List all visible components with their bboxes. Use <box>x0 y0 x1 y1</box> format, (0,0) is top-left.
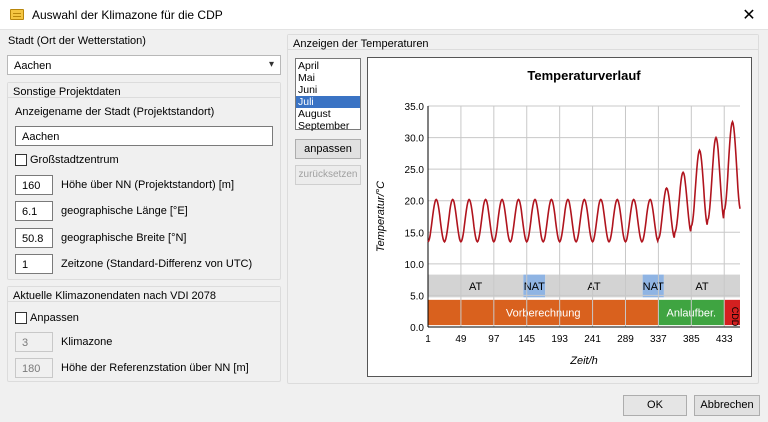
chart-svg: TemperaturverlaufAT NAT AT NAT ATVorberechnu… <box>375 68 741 367</box>
display-name-label: Anzeigename der Stadt (Projektstandort) <box>15 106 215 118</box>
adjust-button[interactable]: anpassen <box>295 139 361 159</box>
temperature-group-title: Anzeigen der Temperaturen <box>288 35 758 50</box>
month-item-selected[interactable]: Juli <box>296 96 360 108</box>
band-label: AT <box>695 281 709 293</box>
band-label: NAT <box>643 281 664 293</box>
metro-checkbox[interactable] <box>15 154 27 166</box>
x-tick-label: 145 <box>518 334 535 345</box>
month-item[interactable]: September <box>296 120 360 132</box>
temperature-series-line <box>427 119 741 244</box>
cancel-button[interactable]: Abbrechen <box>694 395 760 416</box>
phase-label: CDD <box>730 307 740 327</box>
y-tick-label: 25.0 <box>405 165 425 176</box>
x-tick-label: 289 <box>617 334 634 345</box>
climate-group-title: Aktuelle Klimazonendaten nach VDI 2078 <box>8 287 280 302</box>
ref-altitude-label: Höhe der Referenzstation über NN [m] <box>61 362 249 374</box>
y-tick-label: 5.0 <box>410 291 424 302</box>
month-list[interactable]: April Mai Juni Juli August September <box>295 58 361 132</box>
x-axis-label: Zeit/h <box>569 355 598 367</box>
city-select-value: Aachen <box>14 60 52 72</box>
x-tick-label: 49 <box>455 334 467 345</box>
x-tick-label: 1 <box>425 334 431 345</box>
app-icon <box>10 9 24 20</box>
reset-button[interactable]: zurücksetzen <box>295 165 361 185</box>
month-item[interactable]: Juni <box>296 84 360 96</box>
title-bar: Auswahl der Klimazone für die CDP ✕ <box>0 0 768 30</box>
adjust-label: Anpassen <box>30 312 79 324</box>
climate-zone-label: Klimazone <box>61 336 113 348</box>
chevron-down-icon: ▾ <box>268 59 274 70</box>
chart-title: Temperaturverlauf <box>527 68 641 83</box>
month-item[interactable]: Mai <box>296 72 360 84</box>
longitude-label: geographische Länge [°E] <box>61 205 188 217</box>
display-name-field[interactable]: Aachen <box>15 126 273 146</box>
ref-altitude-field[interactable]: 180 <box>15 358 53 378</box>
x-tick-label: 241 <box>584 334 601 345</box>
latitude-label: geographische Breite [°N] <box>61 232 187 244</box>
altitude-label: Höhe über NN (Projektstandort) [m] <box>61 179 235 191</box>
city-label: Stadt (Ort der Wetterstation) <box>8 35 146 47</box>
band-label: AT <box>469 281 483 293</box>
metro-label: Großstadtzentrum <box>30 154 119 166</box>
y-tick-label: 35.0 <box>405 102 425 113</box>
x-tick-label: 193 <box>551 334 568 345</box>
close-icon[interactable]: ✕ <box>740 5 758 25</box>
timezone-label: Zeitzone (Standard-Differenz von UTC) <box>61 258 253 270</box>
city-select[interactable]: Aachen ▾ <box>7 55 281 75</box>
y-axis-label: Temperatur/°C <box>375 181 387 252</box>
month-item[interactable]: August <box>296 108 360 120</box>
band-label: AT <box>587 281 601 293</box>
x-tick-label: 337 <box>650 334 667 345</box>
x-tick-label: 385 <box>683 334 700 345</box>
climate-zone-field[interactable]: 3 <box>15 332 53 352</box>
month-item[interactable]: April <box>296 60 360 72</box>
longitude-field[interactable]: 6.1 <box>15 201 53 221</box>
y-tick-label: 20.0 <box>405 197 425 208</box>
temperature-chart: Temperaturverlauf AT NAT AT NAT AT Vorberechnu… <box>367 57 752 377</box>
y-tick-label: 15.0 <box>405 228 425 239</box>
phase-label: Vorberechnung <box>506 307 581 319</box>
y-tick-label: 0.0 <box>410 323 424 334</box>
y-tick-label: 30.0 <box>405 134 425 145</box>
window-title: Auswahl der Klimazone für die CDP <box>32 8 223 22</box>
latitude-field[interactable]: 50.8 <box>15 228 53 248</box>
y-tick-label: 10.0 <box>405 260 425 271</box>
x-tick-label: 433 <box>716 334 733 345</box>
altitude-field[interactable]: 160 <box>15 175 53 195</box>
adjust-checkbox[interactable] <box>15 312 27 324</box>
timezone-field[interactable]: 1 <box>15 254 53 274</box>
project-group-title: Sonstige Projektdaten <box>8 83 280 98</box>
x-tick-label: 97 <box>488 334 500 345</box>
ok-button[interactable]: OK <box>623 395 687 416</box>
